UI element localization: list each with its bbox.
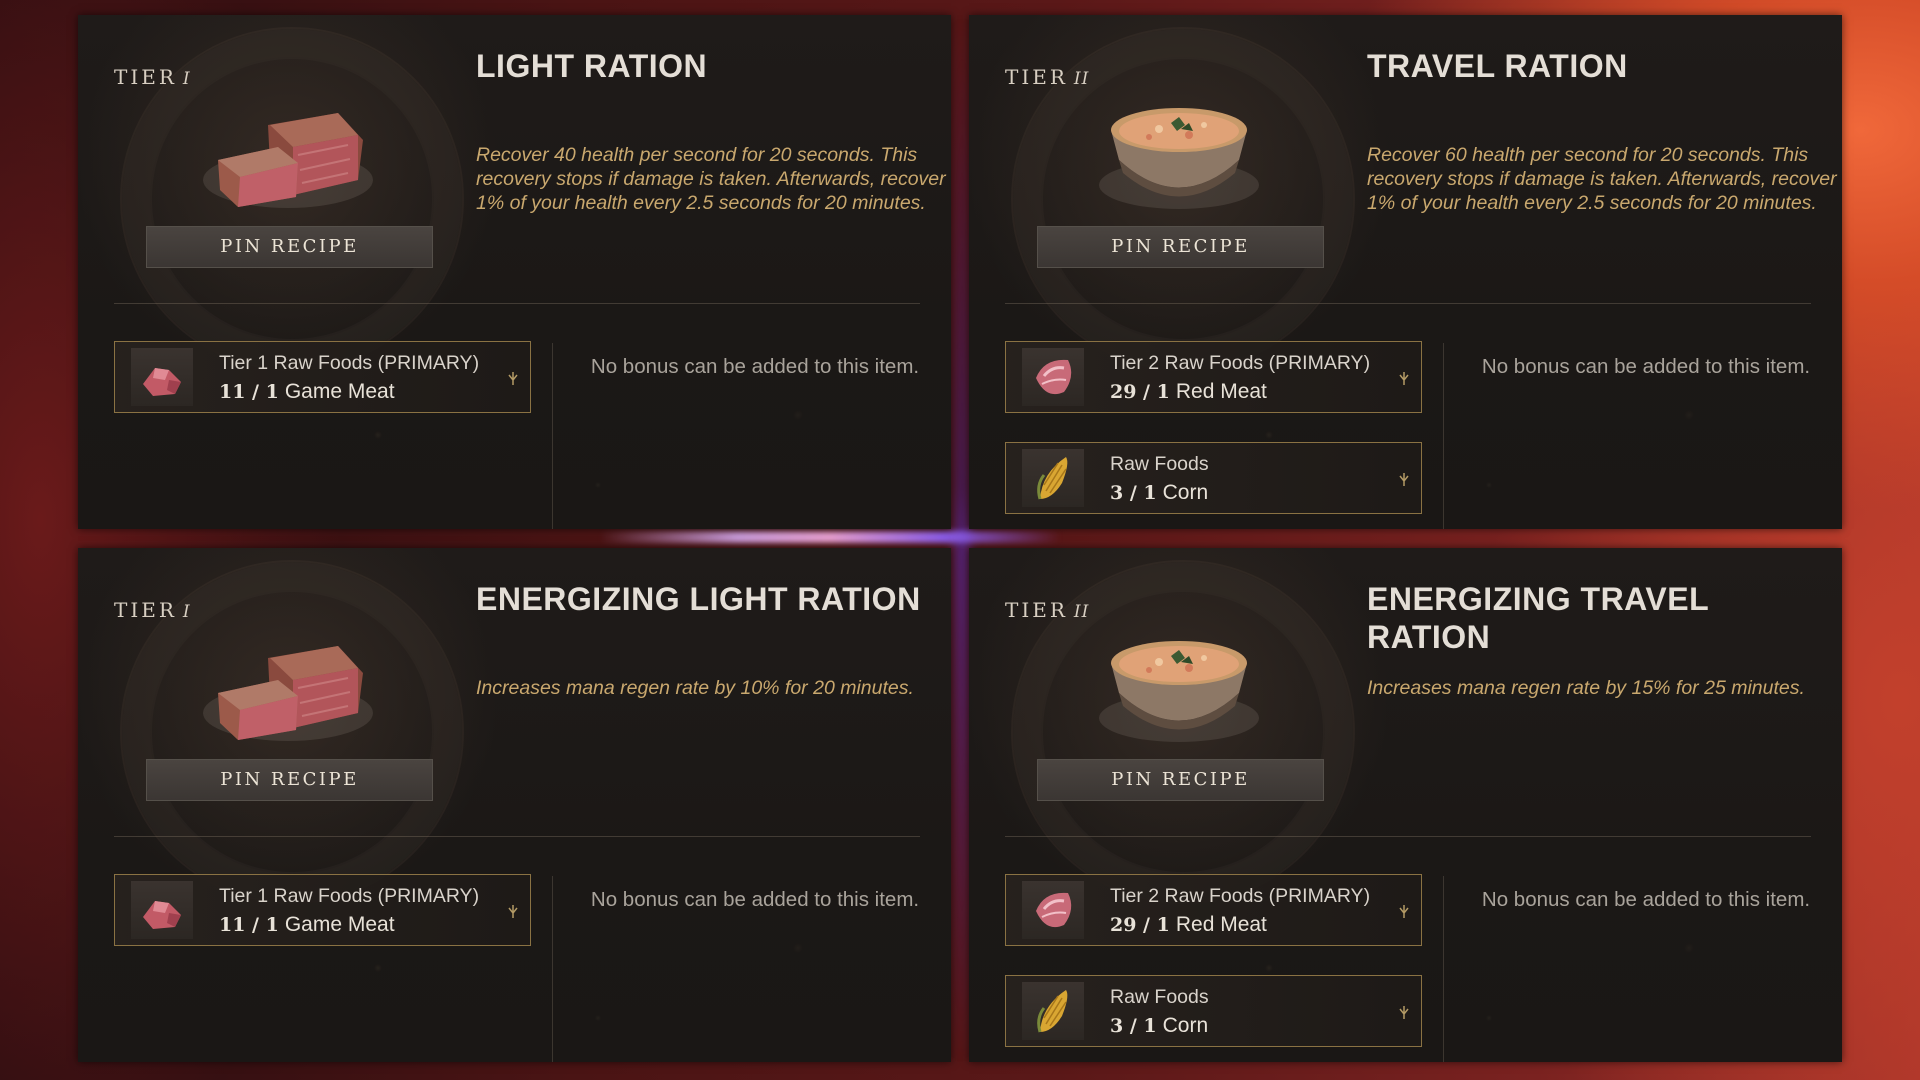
tier-label: TIER II [1005,598,1090,622]
divider [114,836,920,837]
bonus-note: No bonus can be added to this item. [590,355,920,378]
ingredient-category: Tier 2 Raw Foods (PRIMARY) [1110,885,1371,907]
chevron-down-icon [1399,1006,1409,1019]
recipe-title: ENERGIZING TRAVEL RATION [1367,581,1709,655]
game-meat-icon [131,881,193,939]
recipe-description: Increases mana regen rate by 15% for 25 … [1367,677,1805,699]
stew-bowl-icon [1099,108,1259,209]
ingredient-amount: 11 / 1 Game Meat [219,380,395,403]
bonus-note: No bonus can be added to this item. [1481,888,1811,911]
background-glow-line [600,531,1060,543]
ingredient-category: Raw Foods [1110,453,1209,475]
tier-label: TIER I [114,65,191,89]
recipe-card-energizing-travel-ration: TIER II PIN RECIPE ENERGIZING TRAVEL RATI… [969,548,1842,1062]
recipe-title: ENERGIZING LIGHT RATION [476,581,921,617]
red-meat-icon [1022,348,1084,406]
recipe-description: Increases mana regen rate by 10% for 20 … [476,677,914,699]
stew-bowl-icon [1099,641,1259,742]
tier-label: TIER II [1005,65,1090,89]
ingredient-amount: 3 / 1 Corn [1110,481,1209,504]
ingredient-category: Raw Foods [1110,986,1209,1008]
steak-icon [203,113,373,208]
red-meat-icon [1022,881,1084,939]
steak-icon [203,646,373,741]
corn-icon [1022,982,1084,1040]
bonus-note: No bonus can be added to this item. [590,888,920,911]
ingredient-slot-red-meat[interactable]: Tier 2 Raw Foods (PRIMARY) 29 / 1 Red Mea… [1005,341,1422,413]
vertical-divider [1443,343,1444,529]
chevron-down-icon [1399,905,1409,918]
pin-recipe-button[interactable]: PIN RECIPE [1037,226,1324,268]
recipe-title: LIGHT RATION [476,48,708,84]
recipe-card-light-ration: TIER I PIN RECIPE LIGHT RATION Recover 40… [78,15,951,529]
ingredient-category: Tier 1 Raw Foods (PRIMARY) [219,885,480,907]
recipe-description: Recover 60 health per second for 20 seco… [1367,144,1837,214]
ingredient-category: Tier 2 Raw Foods (PRIMARY) [1110,352,1371,374]
chevron-down-icon [508,905,518,918]
ingredient-slot-corn[interactable]: Raw Foods 3 / 1 Corn [1005,442,1422,514]
ingredient-slot-game-meat[interactable]: Tier 1 Raw Foods (PRIMARY) 11 / 1 Game Me… [114,341,531,413]
ingredient-slot-red-meat[interactable]: Tier 2 Raw Foods (PRIMARY) 29 / 1 Red Mea… [1005,874,1422,946]
chevron-down-icon [508,372,518,385]
chevron-down-icon [1399,473,1409,486]
vertical-divider [552,876,553,1062]
divider [114,303,920,304]
vertical-divider [1443,876,1444,1062]
recipe-card-travel-ration: TIER II PIN RECIPE TRAVEL RATION Recover … [969,15,1842,529]
chevron-down-icon [1399,372,1409,385]
divider [1005,303,1811,304]
pin-recipe-button[interactable]: PIN RECIPE [146,759,433,801]
ingredient-amount: 3 / 1 Corn [1110,1014,1209,1037]
recipe-description: Recover 40 health per second for 20 seco… [476,144,946,214]
vertical-divider [552,343,553,529]
pin-recipe-button[interactable]: PIN RECIPE [146,226,433,268]
ingredient-amount: 11 / 1 Game Meat [219,913,395,936]
ingredient-slot-corn[interactable]: Raw Foods 3 / 1 Corn [1005,975,1422,1047]
divider [1005,836,1811,837]
tier-label: TIER I [114,598,191,622]
bonus-note: No bonus can be added to this item. [1481,355,1811,378]
recipe-card-energizing-light-ration: TIER I PIN RECIPE ENERGIZING LIGHT RATION… [78,548,951,1062]
ingredient-amount: 29 / 1 Red Meat [1110,913,1267,936]
ingredient-amount: 29 / 1 Red Meat [1110,380,1267,403]
game-meat-icon [131,348,193,406]
ingredient-slot-game-meat[interactable]: Tier 1 Raw Foods (PRIMARY) 11 / 1 Game Me… [114,874,531,946]
recipe-title: TRAVEL RATION [1367,48,1628,84]
corn-icon [1022,449,1084,507]
ingredient-category: Tier 1 Raw Foods (PRIMARY) [219,352,480,374]
pin-recipe-button[interactable]: PIN RECIPE [1037,759,1324,801]
